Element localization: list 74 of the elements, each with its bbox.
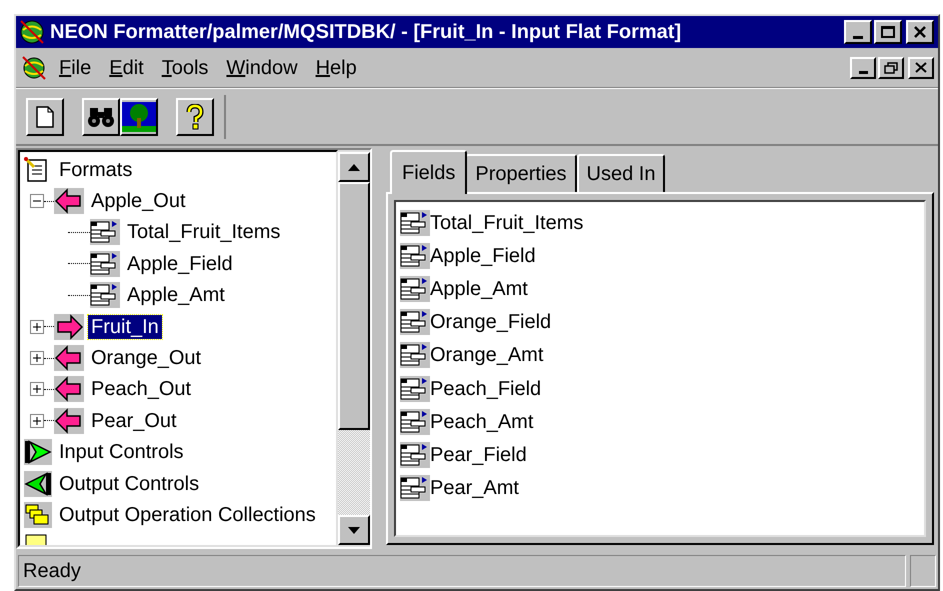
tree-item[interactable]: Apple_Out: [88, 189, 189, 214]
field-list-icon: [400, 442, 430, 468]
binoculars-button[interactable]: [82, 98, 120, 136]
tab[interactable]: Fields: [390, 150, 468, 194]
close-icon: [913, 26, 927, 38]
tree-item[interactable]: Total_Fruit_Items: [124, 220, 284, 244]
tree-item[interactable]: Apple_Field: [124, 252, 236, 276]
status-text: Ready: [23, 559, 81, 584]
tree-item[interactable]: Peach_Out: [88, 377, 194, 402]
field-list-icon: [400, 342, 430, 368]
question-mark-icon: [185, 104, 205, 130]
tree-item[interactable]: Formats: [56, 158, 136, 182]
field-item[interactable]: Apple_Amt: [430, 274, 528, 304]
arrow-into-bar-icon: [24, 439, 52, 466]
stacked-folders-icon: [24, 502, 52, 528]
expand-icon[interactable]: [30, 414, 44, 428]
field-item[interactable]: Total_Fruit_Items: [430, 208, 584, 238]
size-grip[interactable]: [910, 555, 936, 587]
question-mark-button[interactable]: [176, 98, 214, 136]
field-item[interactable]: Peach_Field: [430, 374, 542, 404]
down-arrow-icon: [348, 526, 360, 534]
field-item[interactable]: Pear_Amt: [430, 473, 519, 504]
restore-button[interactable]: [878, 56, 904, 78]
scroll-down-button[interactable]: [338, 515, 370, 545]
up-arrow-icon: [348, 164, 360, 170]
tree-picture-icon: [122, 102, 156, 132]
tree-item[interactable]: Fruit_In: [88, 314, 162, 339]
maximize-button[interactable]: [874, 20, 902, 44]
field-list-icon: [400, 309, 430, 336]
tab[interactable]: Used In: [576, 154, 666, 192]
field-item[interactable]: Pear_Field: [430, 440, 527, 470]
menu-item[interactable]: File: [50, 52, 100, 82]
close-button[interactable]: [908, 56, 934, 78]
expand-icon[interactable]: [30, 382, 44, 396]
tree-item[interactable]: Output Operation Collections: [56, 502, 319, 527]
tree-item[interactable]: Apple_Amt: [124, 283, 228, 308]
minimize-button[interactable]: [844, 20, 872, 44]
arrow-out-of-bar-icon: [24, 470, 52, 497]
field-item[interactable]: Orange_Field: [430, 307, 552, 338]
field-item[interactable]: Apple_Field: [430, 240, 536, 271]
field-list-icon: [400, 376, 430, 402]
scroll-thumb[interactable]: [338, 182, 370, 430]
globe-icon[interactable]: [20, 54, 48, 82]
menu-item[interactable]: Window: [217, 52, 307, 82]
field-item[interactable]: Peach_Amt: [430, 406, 534, 437]
field-item[interactable]: Orange_Amt: [430, 340, 544, 370]
menu-item[interactable]: Tools: [152, 52, 218, 82]
minimize-button[interactable]: [850, 56, 876, 78]
new-document-icon: [36, 106, 54, 128]
window-title: NEON Formatter/palmer/MQSITDBK/ - [Fruit_In - Input Flat Format]: [50, 20, 682, 45]
field-list-icon: [400, 210, 430, 236]
scrollbar[interactable]: [338, 150, 370, 547]
tree-item[interactable]: Orange_Out: [88, 346, 204, 370]
expand-icon[interactable]: [30, 320, 44, 334]
field-list-icon: [400, 408, 430, 435]
menu-item[interactable]: Help: [306, 52, 366, 82]
tree-picture-button[interactable]: [120, 98, 158, 136]
scroll-up-button[interactable]: [338, 152, 370, 182]
collapse-icon[interactable]: [30, 194, 44, 208]
tree-item[interactable]: Pear_Out: [88, 408, 180, 433]
close-icon: [915, 62, 927, 73]
close-button[interactable]: [906, 20, 934, 44]
field-list-icon: [400, 276, 430, 302]
expand-icon[interactable]: [30, 351, 44, 366]
tree-item[interactable]: Output Controls: [56, 472, 202, 496]
menu-item[interactable]: Edit: [100, 52, 153, 82]
restore-icon: [884, 62, 898, 74]
globe-icon: [18, 18, 46, 46]
new-document-button[interactable]: [26, 98, 64, 136]
field-list-icon: [400, 475, 430, 502]
binoculars-icon: [87, 106, 115, 128]
tab[interactable]: Properties: [465, 154, 577, 192]
field-list-icon: [400, 242, 430, 269]
tree-item[interactable]: Input Controls: [56, 440, 187, 464]
